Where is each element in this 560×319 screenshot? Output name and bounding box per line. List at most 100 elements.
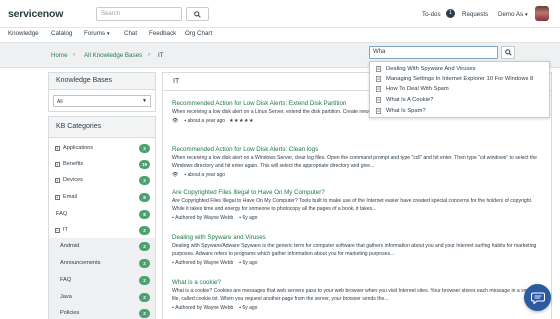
category-item-applications[interactable]: + Applications 2 [49, 142, 155, 156]
category-count-badge: 2 [139, 309, 150, 318]
rating-stars: ★★★★★ [229, 118, 254, 124]
category-item-benefits[interactable]: + Benefits 19 [49, 158, 155, 172]
article-item: What is a cookie? What is a cookie? Cook… [172, 278, 542, 312]
article-title-link[interactable]: What is a cookie? [172, 278, 542, 287]
article-meta: ▪ Authored by Wayne Webb ▪ 6y ago [172, 304, 542, 312]
brand-text: servicenow [8, 8, 64, 20]
subcategory-item-faq[interactable]: FAQ 2 [49, 272, 155, 289]
nav-feedback[interactable]: Feedback [149, 30, 176, 37]
todos-link[interactable]: To-dos [422, 11, 441, 18]
article-meta: ▪ Authored by Wayne Webb ▪ 6y ago [172, 259, 542, 267]
subcategory-item-announcements[interactable]: Announcements 2 [49, 255, 155, 272]
article-title-link[interactable]: Dealing with Spyware and Viruses [172, 233, 542, 242]
article-date: about a year ago [187, 171, 226, 178]
category-item-email[interactable]: + Email 8 [49, 191, 155, 205]
expand-icon[interactable]: + [55, 195, 60, 200]
calendar-icon: ▪ [184, 118, 187, 124]
requests-link[interactable]: Requests [462, 11, 488, 18]
article-title-link[interactable]: Are Copyrighted Files Illegal to Have On… [172, 188, 542, 197]
expand-icon[interactable]: + [55, 178, 60, 183]
article-item: Recommended Action for Low Disk Alerts: … [172, 145, 542, 179]
subcategory-item-policies[interactable]: Policies 2 [49, 306, 155, 319]
article-snippet: Are Copyrighted Files Illegal to Have On… [172, 198, 533, 212]
subcategory-item-android[interactable]: Android 2 [49, 238, 155, 255]
article-meta: ▪ Authored by Wayne Webb ▪ 6y ago [172, 214, 542, 222]
breadcrumb-all-kb[interactable]: All Knowledge Bases [84, 52, 142, 59]
article-snippet: What is a cookie? Cookies are messages t… [172, 288, 533, 302]
breadcrumb-home[interactable]: Home [51, 52, 68, 59]
category-count-badge: 2 [139, 144, 150, 153]
suggestion-item[interactable]: Dealing With Spyware And Viruses [376, 64, 475, 74]
document-icon [376, 86, 381, 92]
header-search-button[interactable] [186, 7, 209, 21]
expand-icon[interactable]: + [55, 146, 60, 151]
category-count-badge: 8 [139, 210, 150, 219]
category-label: Devices [63, 177, 83, 183]
kb-categories-title: KB Categories [56, 123, 102, 130]
document-icon [376, 66, 381, 72]
category-item-faq[interactable]: FAQ 8 [49, 208, 155, 222]
suggestion-item[interactable]: Managing Settings In Internet Explorer 1… [376, 74, 533, 84]
article-author[interactable]: Authored by Wayne Webb [175, 214, 233, 222]
category-count-badge: 2 [139, 259, 150, 268]
article-title-link[interactable]: Recommended Action for Low Disk Alerts: … [172, 145, 542, 154]
suggestion-label: What Is A Cookie? [386, 97, 434, 103]
category-count-badge: 8 [139, 193, 150, 202]
panel-header: KB Categories [49, 117, 155, 138]
suggestion-item[interactable]: What Is Spam? [376, 106, 426, 116]
suggestion-label: Dealing With Spyware And Viruses [386, 66, 476, 72]
category-count-badge: 2 [139, 242, 150, 251]
collapse-icon[interactable]: − [55, 228, 60, 233]
suggestion-item[interactable]: What Is A Cookie? [376, 95, 433, 105]
category-count-badge: 2 [139, 176, 150, 185]
article-meta: 👁 ▪ about a year ago ★★★★★ [172, 117, 542, 125]
avatar[interactable] [535, 6, 549, 21]
nav-catalog[interactable]: Catalog [51, 30, 72, 37]
user-name: Demo As [498, 11, 524, 18]
subcategory-label: Announcements [60, 260, 101, 266]
knowledge-base-select[interactable]: All ▼ [53, 95, 151, 107]
todos-count-badge: 1 [446, 9, 455, 18]
article-snippet: Dealing with Spyware/Adware Spyware is t… [172, 243, 537, 257]
breadcrumb-separator: › [73, 52, 75, 58]
subcategory-label: Java [60, 294, 72, 300]
category-count-badge: 19 [139, 160, 150, 169]
article-date: 6y ago [242, 214, 258, 221]
calendar-icon: ▪ [239, 304, 242, 311]
category-label: IT [63, 227, 68, 233]
top-header: servicenow Search To-dos 1 Requests Demo… [0, 0, 560, 28]
document-icon [376, 76, 381, 82]
search-icon [504, 49, 512, 56]
subcategory-label: Policies [60, 310, 80, 316]
nav-forums[interactable]: Forums▼ [84, 30, 110, 37]
expand-icon[interactable]: + [55, 162, 60, 167]
calendar-icon: ▪ [184, 171, 187, 178]
article-author[interactable]: Authored by Wayne Webb [175, 304, 233, 312]
nav-chat[interactable]: Chat [124, 30, 137, 37]
chat-button[interactable] [524, 284, 551, 311]
category-item-devices[interactable]: + Devices 2 [49, 174, 155, 188]
chat-bubble-icon [530, 291, 545, 304]
panel-header: Knowledge Bases [49, 73, 155, 90]
document-icon [376, 108, 381, 114]
category-count-badge: 2 [139, 276, 150, 285]
subcategory-item-java[interactable]: Java 2 [49, 289, 155, 306]
main-nav: Knowledge Catalog Forums▼ Chat Feedback … [0, 28, 560, 42]
article-meta: 👁 ▪ about a year ago [172, 171, 542, 179]
kb-search-input[interactable]: Wha [369, 46, 498, 59]
article-author[interactable]: Authored by Wayne Webb [175, 259, 233, 267]
nav-knowledge[interactable]: Knowledge [8, 30, 39, 37]
author-icon: ▪ [172, 259, 174, 266]
nav-org-chart[interactable]: Org Chart [185, 30, 212, 37]
suggestion-item[interactable]: How To Deal With Spam [376, 84, 449, 94]
suggestion-label: Managing Settings In Internet Explorer 1… [386, 76, 534, 82]
article-item: Dealing with Spyware and Viruses Dealing… [172, 233, 542, 267]
kb-search-button[interactable] [501, 46, 515, 59]
user-menu[interactable]: Demo As▼ [498, 11, 529, 18]
suggestion-label: How To Deal With Spam [386, 86, 449, 92]
category-count-badge: 2 [139, 226, 150, 235]
servicenow-logo[interactable]: servicenow [8, 8, 63, 20]
header-search-input[interactable]: Search [96, 7, 182, 21]
category-item-it[interactable]: − IT 2 [49, 224, 155, 238]
calendar-icon: ▪ [239, 214, 242, 221]
